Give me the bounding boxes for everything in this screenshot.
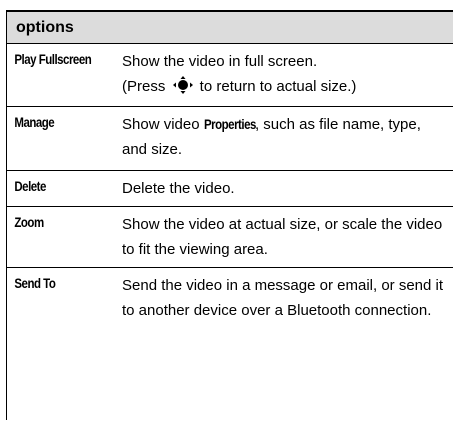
option-row-manage: Manage Show video Properties, such as fi… [7, 107, 453, 171]
properties-term: Properties [203, 116, 256, 132]
option-row-send-to: Send To Send the video in a message or e… [7, 268, 453, 420]
navigation-key-icon [172, 76, 193, 94]
options-header: options [7, 10, 453, 44]
option-description: Show the video in full screen. (Press to… [122, 44, 453, 106]
description-text: (Press [122, 78, 170, 95]
option-description: Send the video in a message or email, or… [122, 277, 444, 319]
option-description: Delete the video. [122, 180, 235, 197]
description-line: Show the video in full screen. [122, 53, 318, 70]
option-name: Manage [14, 114, 55, 130]
option-row-delete: Delete Delete the video. [7, 171, 453, 207]
option-row-play-fullscreen: Play Fullscreen Show the video in full s… [7, 44, 453, 107]
option-name: Play Fullscreen [14, 51, 92, 67]
option-name: Delete [14, 178, 46, 194]
option-description: Show the video at actual size, or scale … [122, 216, 443, 258]
option-name: Zoom [14, 214, 44, 230]
options-table: options Play Fullscreen Show the video i… [6, 10, 453, 420]
option-description: Show video Properties, such as file name… [122, 107, 453, 170]
option-name: Send To [14, 275, 56, 291]
description-text: Show video [122, 116, 204, 133]
description-text: to return to actual size.) [195, 78, 357, 95]
option-row-zoom: Zoom Show the video at actual size, or s… [7, 207, 453, 268]
